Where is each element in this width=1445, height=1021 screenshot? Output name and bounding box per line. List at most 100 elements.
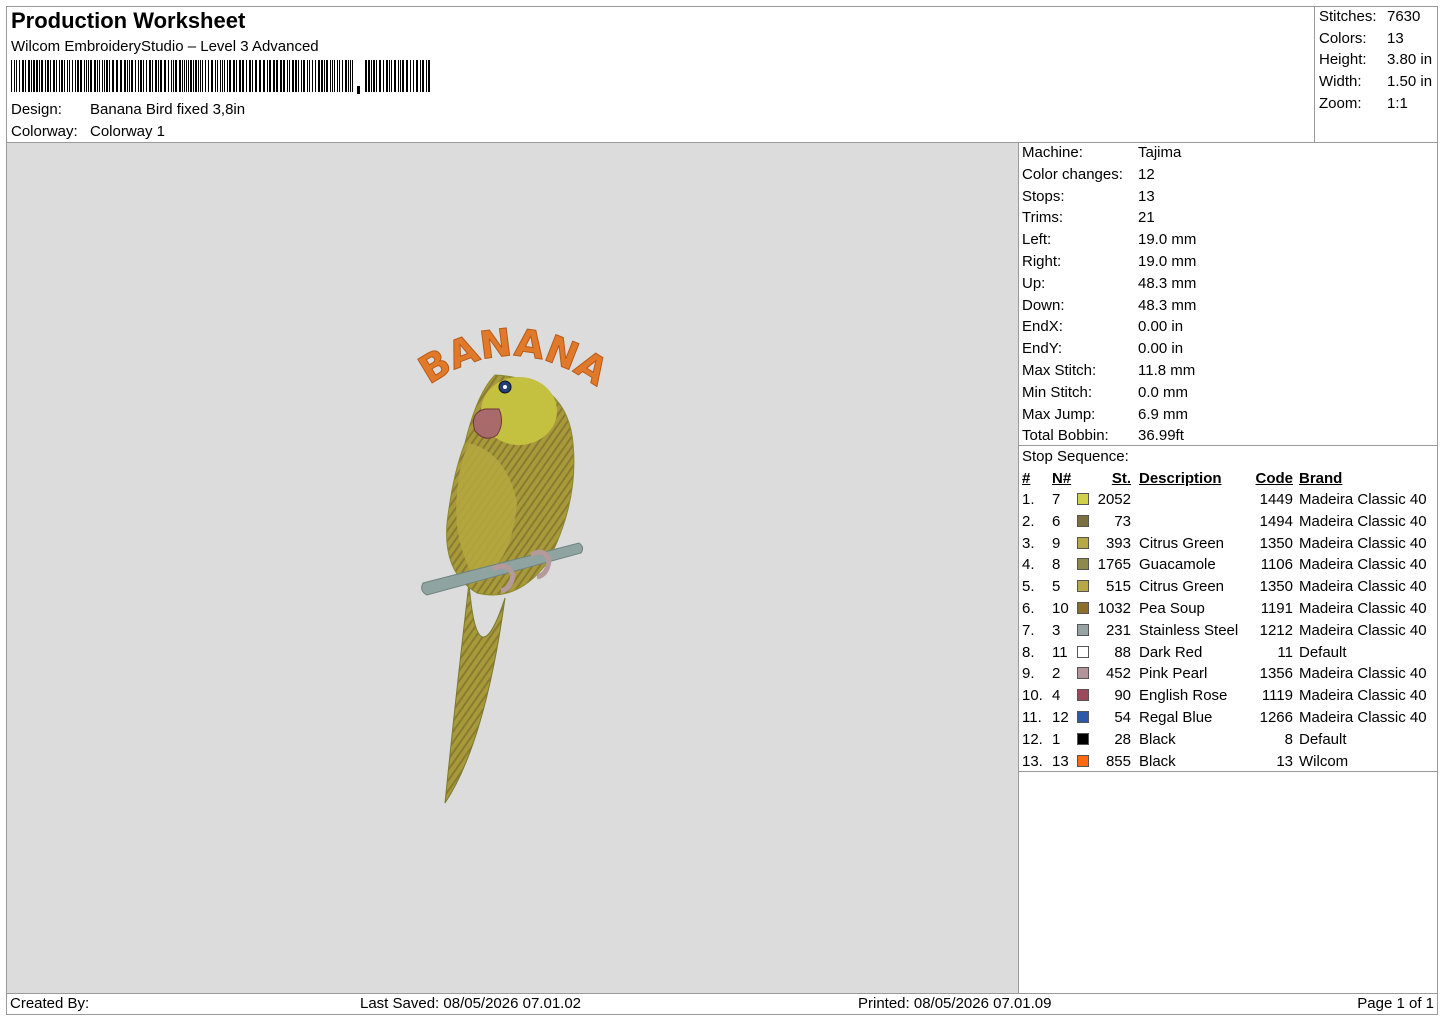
- machine-info-label: Max Jump:: [1022, 405, 1096, 423]
- thread-color-swatch: [1077, 689, 1089, 702]
- stop-cell-num: 11.: [1022, 709, 1042, 726]
- summary-panel: Stitches: 7630 Colors: 13 Height: 3.80 in W…: [1314, 7, 1437, 143]
- barcode-bar: [383, 60, 384, 92]
- summary-label: Stitches:: [1319, 8, 1377, 25]
- stop-cell-n: 5: [1052, 578, 1061, 596]
- machine-info-value: 0.00 in: [1138, 318, 1184, 336]
- stop-cell-n: 3: [1052, 621, 1061, 639]
- barcode-bar: [416, 60, 418, 92]
- barcode-bar: [11, 60, 12, 92]
- barcode-bar: [242, 60, 244, 92]
- design-value: Banana Bird fixed 3,8in: [90, 101, 246, 118]
- barcode-bar: [22, 60, 24, 92]
- barcode-bar: [155, 60, 157, 92]
- barcode-bar: [127, 60, 128, 92]
- stop-cell-description: English Rose: [1139, 687, 1228, 705]
- barcode-bar: [312, 60, 313, 92]
- stop-cell-n: 2: [1052, 665, 1061, 683]
- stop-cell-brand: Madeira Classic 40: [1299, 534, 1427, 552]
- barcode-bar: [200, 60, 201, 92]
- stop-cell-n: 11: [1052, 643, 1068, 661]
- page-number: Page 1 of 1: [1357, 995, 1434, 1012]
- barcode-bar: [386, 60, 388, 92]
- machine-info-value: 48.3 mm: [1138, 296, 1197, 314]
- barcode-bar: [198, 60, 199, 92]
- barcode-bar: [45, 60, 46, 92]
- stop-cell-n: 10: [1052, 600, 1069, 617]
- column-header-brand: Brand: [1299, 470, 1343, 487]
- barcode-bar: [273, 60, 275, 92]
- barcode-bar: [227, 60, 228, 92]
- machine-info-value: Tajima: [1138, 144, 1182, 161]
- column-header-description: Description: [1139, 470, 1222, 487]
- stop-cell-description: Pink Pearl: [1139, 665, 1208, 683]
- machine-info-label: Trims:: [1022, 209, 1064, 227]
- stop-cell-code: 1106: [1260, 556, 1293, 574]
- stop-cell-description: Stainless Steel: [1139, 621, 1239, 639]
- barcode-bar: [64, 60, 65, 92]
- machine-info-row: Min Stitch: 0.0 mm: [1022, 384, 1188, 402]
- barcode-bar: [67, 60, 68, 92]
- parrot-eye-highlight: [503, 385, 507, 389]
- stop-cell-st: 1032: [1097, 600, 1131, 617]
- barcode-bar: [263, 60, 265, 92]
- machine-info-label: Max Stitch:: [1022, 362, 1097, 379]
- machine-info-row: Stops: 13: [1022, 188, 1155, 206]
- parrot-beak: [472, 408, 503, 439]
- barcode-bar: [59, 60, 60, 92]
- stop-cell-st: 855: [1105, 752, 1131, 770]
- barcode-bar: [90, 60, 92, 92]
- stop-cell-st: 54: [1114, 709, 1131, 726]
- stop-cell-n: 6: [1052, 512, 1061, 530]
- embroidery-design-image: BANANA: [410, 320, 617, 804]
- barcode-bar: [376, 60, 377, 92]
- barcode-bar: [69, 60, 70, 92]
- machine-info-row: Left: 19.0 mm: [1022, 231, 1196, 249]
- barcode-bar: [84, 60, 85, 92]
- machine-info-row: Total Bobbin: 36.99ft: [1022, 427, 1184, 445]
- stop-cell-code: 1356: [1259, 665, 1293, 683]
- barcode-bar: [246, 60, 247, 92]
- last-saved: Last Saved: 08/05/2026 07.01.02: [360, 995, 582, 1012]
- stop-cell-st: 88: [1114, 643, 1131, 661]
- design-preview: BANANA: [7, 143, 1019, 993]
- barcode-bar: [138, 60, 139, 92]
- barcode-bar: [179, 60, 181, 92]
- barcode-bar: [330, 60, 331, 92]
- machine-info-value: 11.8 mm: [1138, 362, 1196, 379]
- barcode-bar: [339, 60, 340, 92]
- stop-cell-st: 1765: [1097, 556, 1131, 574]
- stop-cell-st: 28: [1114, 730, 1131, 748]
- barcode-bar: [16, 60, 17, 92]
- barcode-bar: [205, 60, 206, 92]
- barcode-bar: [208, 60, 209, 92]
- stop-sequence-table: Stop Sequence: # N# St. Description Code Brand…: [1019, 445, 1438, 772]
- machine-info-value: 12: [1138, 165, 1155, 183]
- stop-cell-code: 1494: [1259, 512, 1293, 530]
- barcode-bar: [116, 60, 118, 92]
- stop-cell-brand: Madeira Classic 40: [1299, 709, 1427, 726]
- barcode-bar: [143, 60, 144, 92]
- stop-cell-num: 8.: [1022, 643, 1035, 661]
- stop-cell-code: 1350: [1259, 534, 1293, 552]
- barcode-bar: [420, 60, 421, 92]
- stop-cell-num: 13.: [1022, 752, 1043, 770]
- barcode-separator: [357, 86, 360, 94]
- barcode-bar: [94, 60, 96, 92]
- barcode-bar: [252, 60, 253, 92]
- barcode-bar: [239, 60, 241, 92]
- stop-cell-description: Pea Soup: [1139, 600, 1205, 617]
- barcode-bar: [326, 60, 328, 92]
- machine-info-row: EndX: 0.00 in: [1022, 318, 1183, 336]
- barcode-bar: [422, 60, 424, 92]
- barcode-bar: [267, 60, 268, 92]
- barcode-bar: [292, 60, 294, 92]
- barcode-bar: [86, 60, 87, 92]
- summary-colors: Colors: 13: [1319, 30, 1404, 48]
- stop-cell-code: 11: [1277, 643, 1293, 661]
- barcode-bar: [171, 60, 172, 92]
- stop-cell-brand: Madeira Classic 40: [1299, 600, 1427, 617]
- machine-info-label: Right:: [1022, 253, 1062, 270]
- barcode-bar: [400, 60, 401, 92]
- stop-cell-st: 452: [1105, 665, 1131, 683]
